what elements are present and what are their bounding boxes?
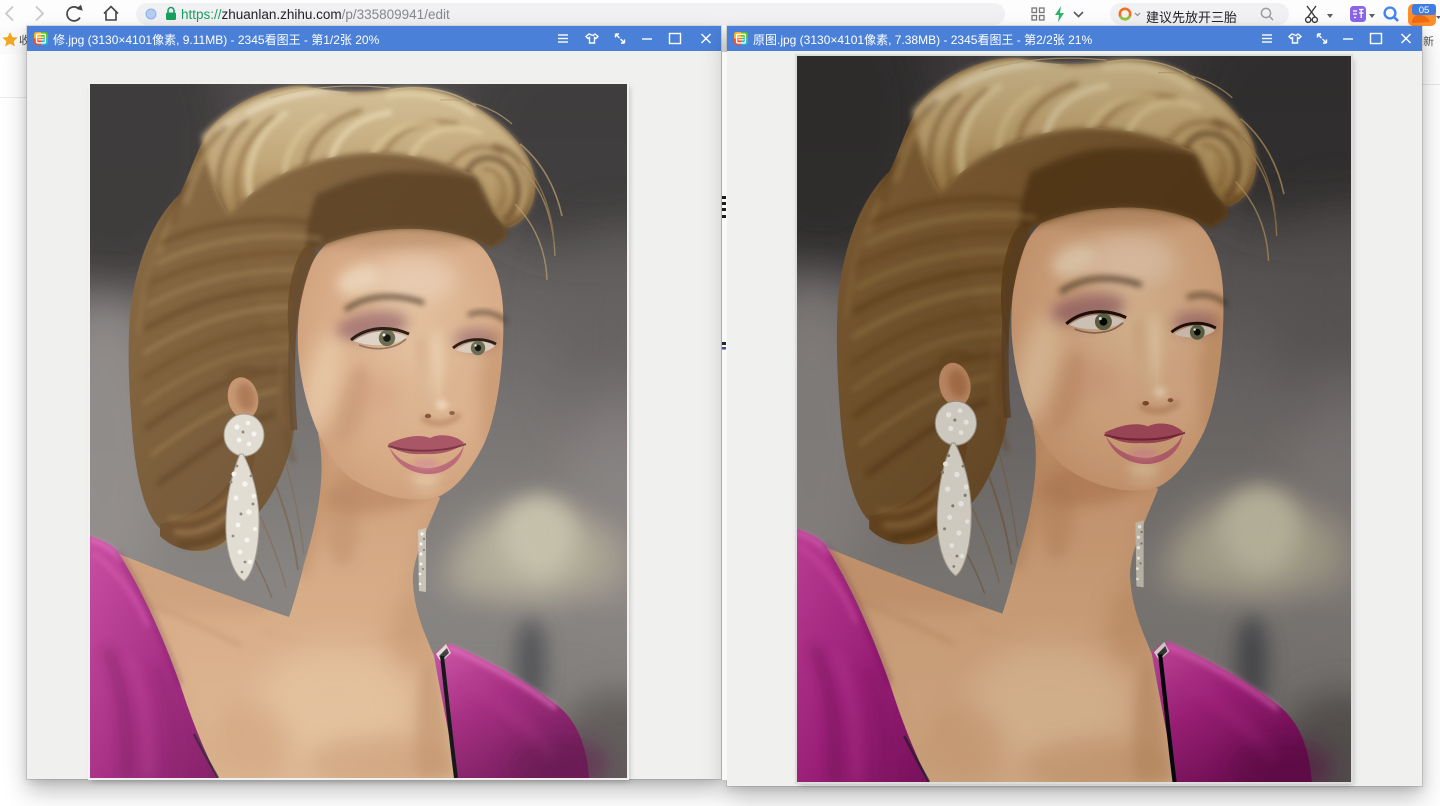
svg-text:05: 05	[1419, 5, 1430, 16]
